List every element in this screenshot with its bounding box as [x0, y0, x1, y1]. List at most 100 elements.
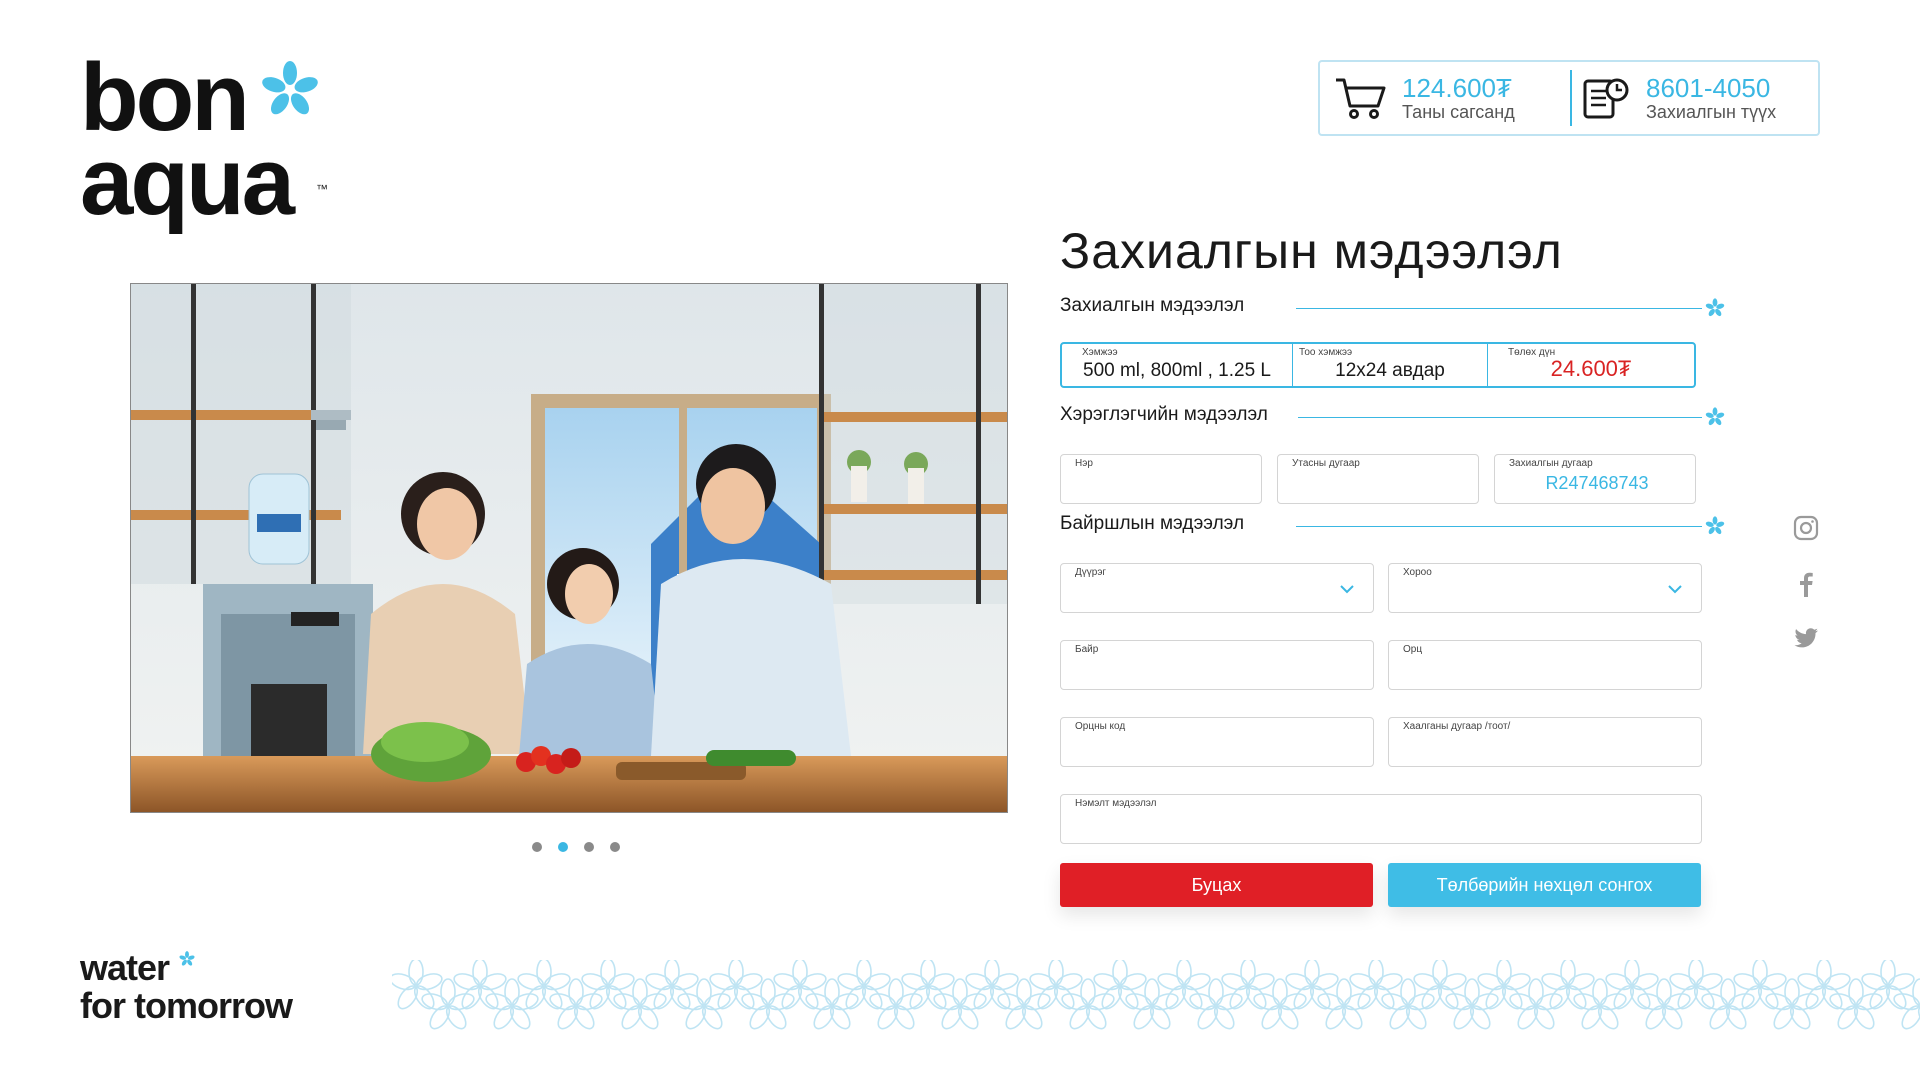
flower-icon	[1705, 407, 1725, 426]
phone-field[interactable]: Утасны дугаар	[1277, 454, 1479, 504]
flower-icon	[1705, 516, 1725, 535]
pattern-flower	[1443, 978, 1501, 1032]
cart-label: Таны сагсанд	[1402, 102, 1515, 122]
pattern-flower	[483, 978, 541, 1032]
pattern-flower	[707, 960, 765, 1013]
pattern-flower	[1699, 978, 1757, 1032]
district-select[interactable]: Дүүрэг	[1060, 563, 1374, 613]
facebook-icon[interactable]	[1792, 570, 1820, 598]
entrance-code-label: Орцны код	[1075, 721, 1126, 732]
phone-input[interactable]	[1290, 473, 1438, 499]
header-info-box: 124.600₮ Таны сагсанд 8601-4050 Захиалгы…	[1318, 60, 1820, 136]
flower-icon	[1705, 298, 1725, 317]
size-label: Хэмжээ	[1082, 347, 1118, 358]
pattern-flower	[771, 960, 829, 1013]
tagline-line1: water	[80, 947, 170, 988]
khoroo-label: Хороо	[1403, 567, 1432, 578]
page-title: Захиалгын мэдээлэл	[1060, 223, 1563, 279]
pattern-flower	[739, 978, 797, 1032]
pattern-flower	[1411, 960, 1469, 1013]
section-divider	[1296, 526, 1702, 527]
order-history[interactable]: 8601-4050 Захиалгын түүх	[1582, 62, 1812, 134]
choose-payment-button[interactable]: Төлбөрийн нөхцөл сонгох	[1388, 863, 1701, 907]
phone-label: Утасны дугаар	[1292, 458, 1360, 469]
door-number-label: Хаалганы дугаар /тоот/	[1403, 721, 1511, 732]
building-label: Байр	[1075, 644, 1099, 655]
carousel-dot[interactable]	[532, 842, 542, 852]
entrance-field[interactable]: Орц	[1388, 640, 1702, 690]
back-button[interactable]: Буцах	[1060, 863, 1373, 907]
extra-info-field[interactable]: Нэмэлт мэдээлэл	[1060, 794, 1702, 844]
pattern-flower	[1091, 960, 1149, 1013]
cart-amount: 124.600₮	[1402, 73, 1512, 103]
pattern-flower	[611, 978, 669, 1032]
pattern-flower	[803, 978, 861, 1032]
building-input[interactable]	[1073, 659, 1333, 685]
order-history-label: Захиалгын түүх	[1646, 102, 1777, 122]
pattern-flower	[867, 978, 925, 1032]
entrance-code-input[interactable]	[1073, 736, 1333, 762]
carousel-dot-active[interactable]	[558, 842, 568, 852]
extra-info-input[interactable]	[1073, 813, 1661, 839]
pattern-flower	[1251, 978, 1309, 1032]
pattern-flower	[1219, 960, 1277, 1013]
pattern-flower	[899, 960, 957, 1013]
pattern-flower	[1731, 960, 1789, 1013]
pattern-flower	[675, 978, 733, 1032]
hero-image	[130, 283, 1008, 813]
pattern-flower	[1603, 960, 1661, 1013]
user-section-header: Хэрэглэгчийн мэдээлэл	[1060, 402, 1726, 432]
size-cell: Хэмжээ 500 ml, 800ml , 1.25 L	[1062, 344, 1292, 386]
pattern-flower	[963, 960, 1021, 1013]
order-history-icon	[1583, 78, 1629, 119]
pattern-flower	[1571, 978, 1629, 1032]
section-title: Байршлын мэдээлэл	[1060, 513, 1245, 534]
name-input[interactable]	[1073, 473, 1221, 499]
instagram-icon[interactable]	[1792, 514, 1820, 542]
pattern-flower	[451, 960, 509, 1013]
hotline-number: 8601-4050	[1646, 73, 1771, 103]
quantity-value: 12x24 авдар	[1335, 360, 1445, 381]
total-value: 24.600₮	[1550, 356, 1632, 381]
info-divider	[1570, 70, 1572, 126]
size-value: 500 ml, 800ml , 1.25 L	[1083, 360, 1271, 381]
pattern-flower	[1059, 978, 1117, 1032]
carousel-dot[interactable]	[584, 842, 594, 852]
flower-pattern-decoration	[392, 960, 1920, 1032]
entrance-code-field[interactable]: Орцны код	[1060, 717, 1374, 767]
section-divider	[1298, 417, 1702, 418]
twitter-icon[interactable]	[1792, 624, 1820, 652]
quantity-label: Тоо хэмжээ	[1299, 347, 1353, 358]
pattern-flower	[1155, 960, 1213, 1013]
pattern-flower	[515, 960, 573, 1013]
order-number-value: R247468743	[1545, 473, 1649, 493]
pattern-flower	[579, 960, 637, 1013]
flower-icon	[179, 951, 195, 966]
khoroo-select[interactable]: Хороо	[1388, 563, 1702, 613]
building-field[interactable]: Байр	[1060, 640, 1374, 690]
pattern-flower	[1827, 978, 1885, 1032]
order-number-label: Захиалгын дугаар	[1509, 458, 1593, 469]
pattern-flower	[995, 978, 1053, 1032]
cart-summary[interactable]: 124.600₮ Таны сагсанд	[1334, 62, 1564, 134]
district-label: Дүүрэг	[1075, 567, 1107, 578]
pattern-flower	[1315, 978, 1373, 1032]
pattern-flower	[1347, 960, 1405, 1013]
pattern-flower	[1859, 960, 1917, 1013]
door-number-input[interactable]	[1401, 736, 1661, 762]
tagline-line2: for tomorrow	[80, 985, 293, 1026]
pattern-flower	[1027, 960, 1085, 1013]
pattern-flower	[1795, 960, 1853, 1013]
entrance-input[interactable]	[1401, 659, 1661, 685]
pattern-flower	[392, 960, 445, 1013]
carousel-dots	[532, 842, 642, 854]
pattern-flower	[1283, 960, 1341, 1013]
carousel-dot[interactable]	[610, 842, 620, 852]
section-title: Захиалгын мэдээлэл	[1060, 295, 1245, 316]
bonaqua-logo[interactable]: bon aqua ™	[80, 50, 340, 230]
extra-info-label: Нэмэлт мэдээлэл	[1075, 798, 1157, 809]
pattern-flower	[835, 960, 893, 1013]
door-number-field[interactable]: Хаалганы дугаар /тоот/	[1388, 717, 1702, 767]
pattern-flower	[1123, 978, 1181, 1032]
name-field[interactable]: Нэр	[1060, 454, 1262, 504]
